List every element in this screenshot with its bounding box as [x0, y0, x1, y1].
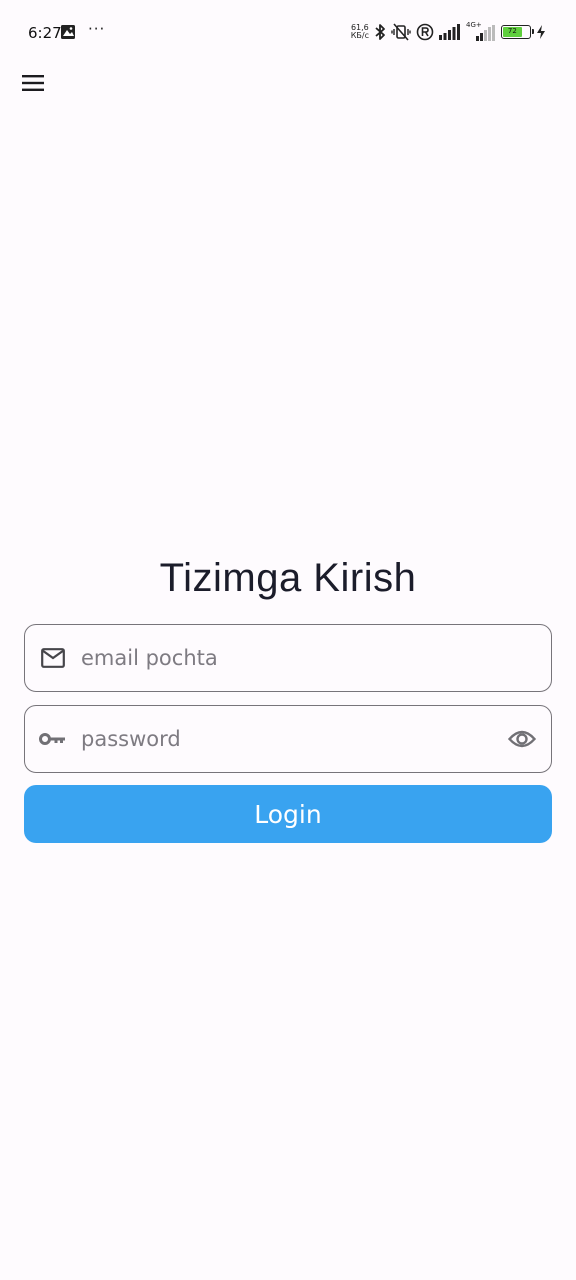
- email-field[interactable]: [24, 624, 552, 692]
- battery-level: 72: [503, 27, 522, 37]
- bluetooth-icon: [375, 24, 385, 40]
- mail-icon: [39, 648, 67, 668]
- more-notifications-indicator: ···: [88, 20, 106, 38]
- eye-icon[interactable]: [507, 729, 537, 749]
- status-icons: 61,6 КБ/с 4G+ 72: [351, 21, 546, 42]
- registered-icon: [416, 23, 434, 41]
- status-bar: 6:27 ··· 61,6 КБ/с 4G+ 72: [0, 0, 576, 64]
- signal-icon: [439, 24, 460, 40]
- key-icon: [39, 731, 67, 747]
- page-title: Tizimga Kirish: [159, 556, 417, 600]
- battery-icon: 72: [501, 25, 534, 39]
- email-input[interactable]: [81, 625, 551, 691]
- login-button[interactable]: Login: [24, 785, 552, 843]
- menu-button[interactable]: [14, 64, 52, 102]
- network-speed: 61,6 КБ/с: [351, 24, 369, 40]
- vibrate-off-icon: [391, 23, 411, 41]
- charging-icon: [537, 25, 545, 39]
- photo-notification-icon: [61, 25, 75, 39]
- signal-4g-icon: 4G+: [466, 21, 496, 41]
- password-field[interactable]: [24, 705, 552, 773]
- password-input[interactable]: [81, 706, 507, 772]
- menu-icon[interactable]: [22, 75, 44, 91]
- network-speed-unit: КБ/с: [350, 31, 369, 40]
- status-time: 6:27: [28, 24, 62, 42]
